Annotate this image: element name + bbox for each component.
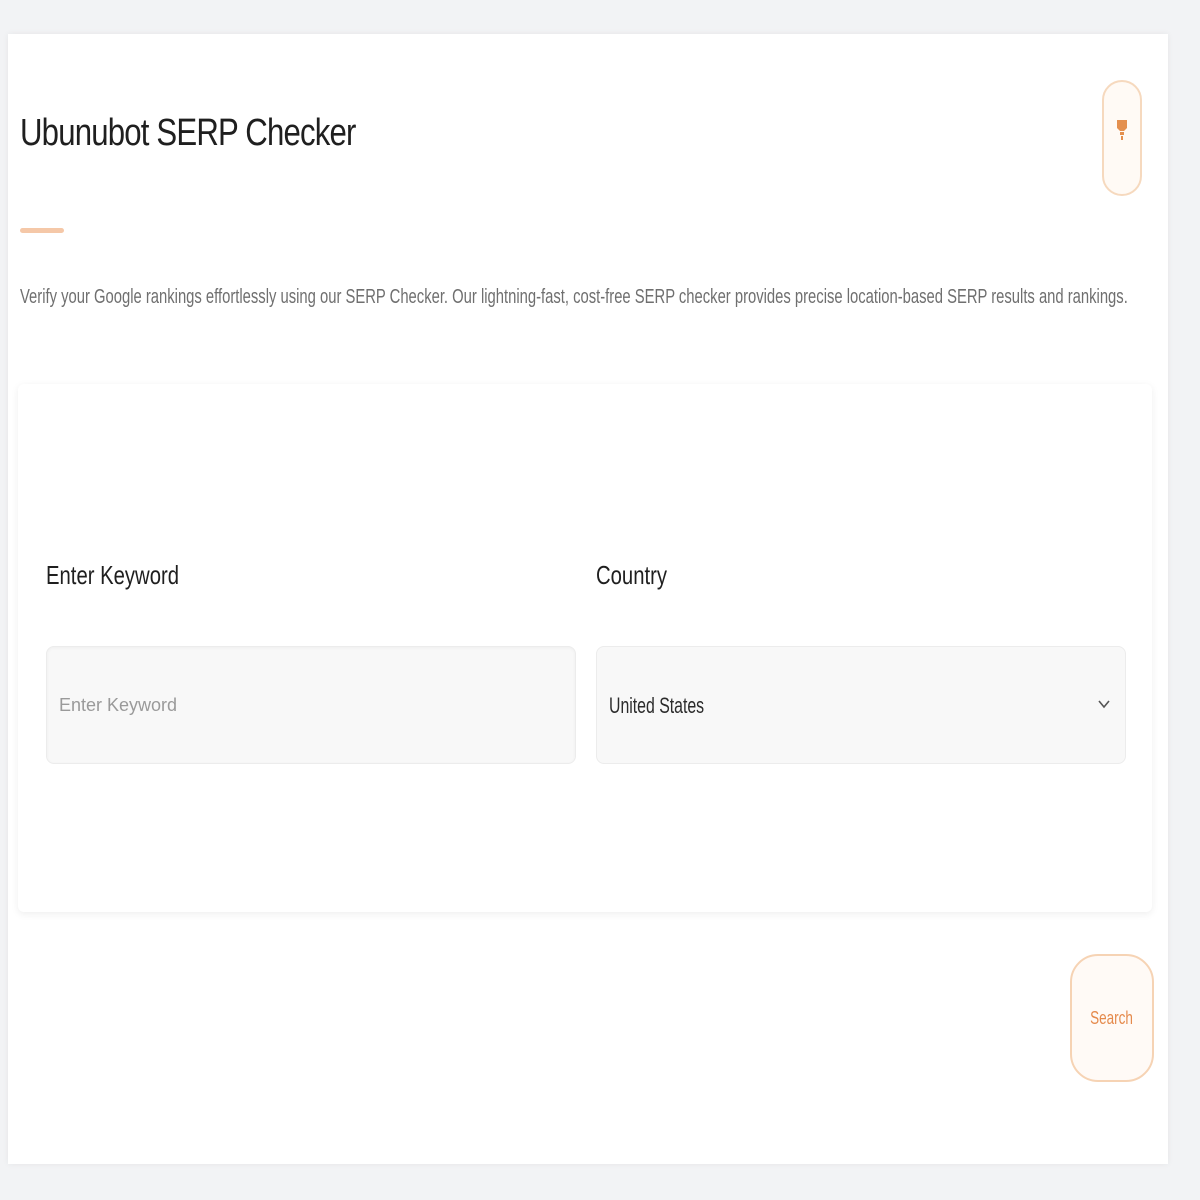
page-title: Ubunubot SERP Checker (20, 112, 356, 154)
keyword-label: Enter Keyword (46, 560, 180, 590)
chevron-down-icon (1098, 700, 1110, 709)
page: Ubunubot SERP Checker Verify your Google… (0, 0, 1200, 1200)
page-description: Verify your Google rankings effortlessly… (20, 286, 1128, 308)
theme-toggle-button[interactable] (1102, 80, 1142, 196)
keyword-input[interactable] (46, 646, 576, 764)
search-button-label: Search (1090, 1007, 1134, 1028)
title-accent-divider (20, 228, 64, 233)
country-select[interactable]: United States (596, 646, 1126, 764)
country-label: Country (596, 560, 668, 590)
lightbulb-icon (1117, 120, 1127, 140)
search-button[interactable]: Search (1070, 954, 1154, 1082)
country-selected-value: United States (609, 693, 705, 718)
